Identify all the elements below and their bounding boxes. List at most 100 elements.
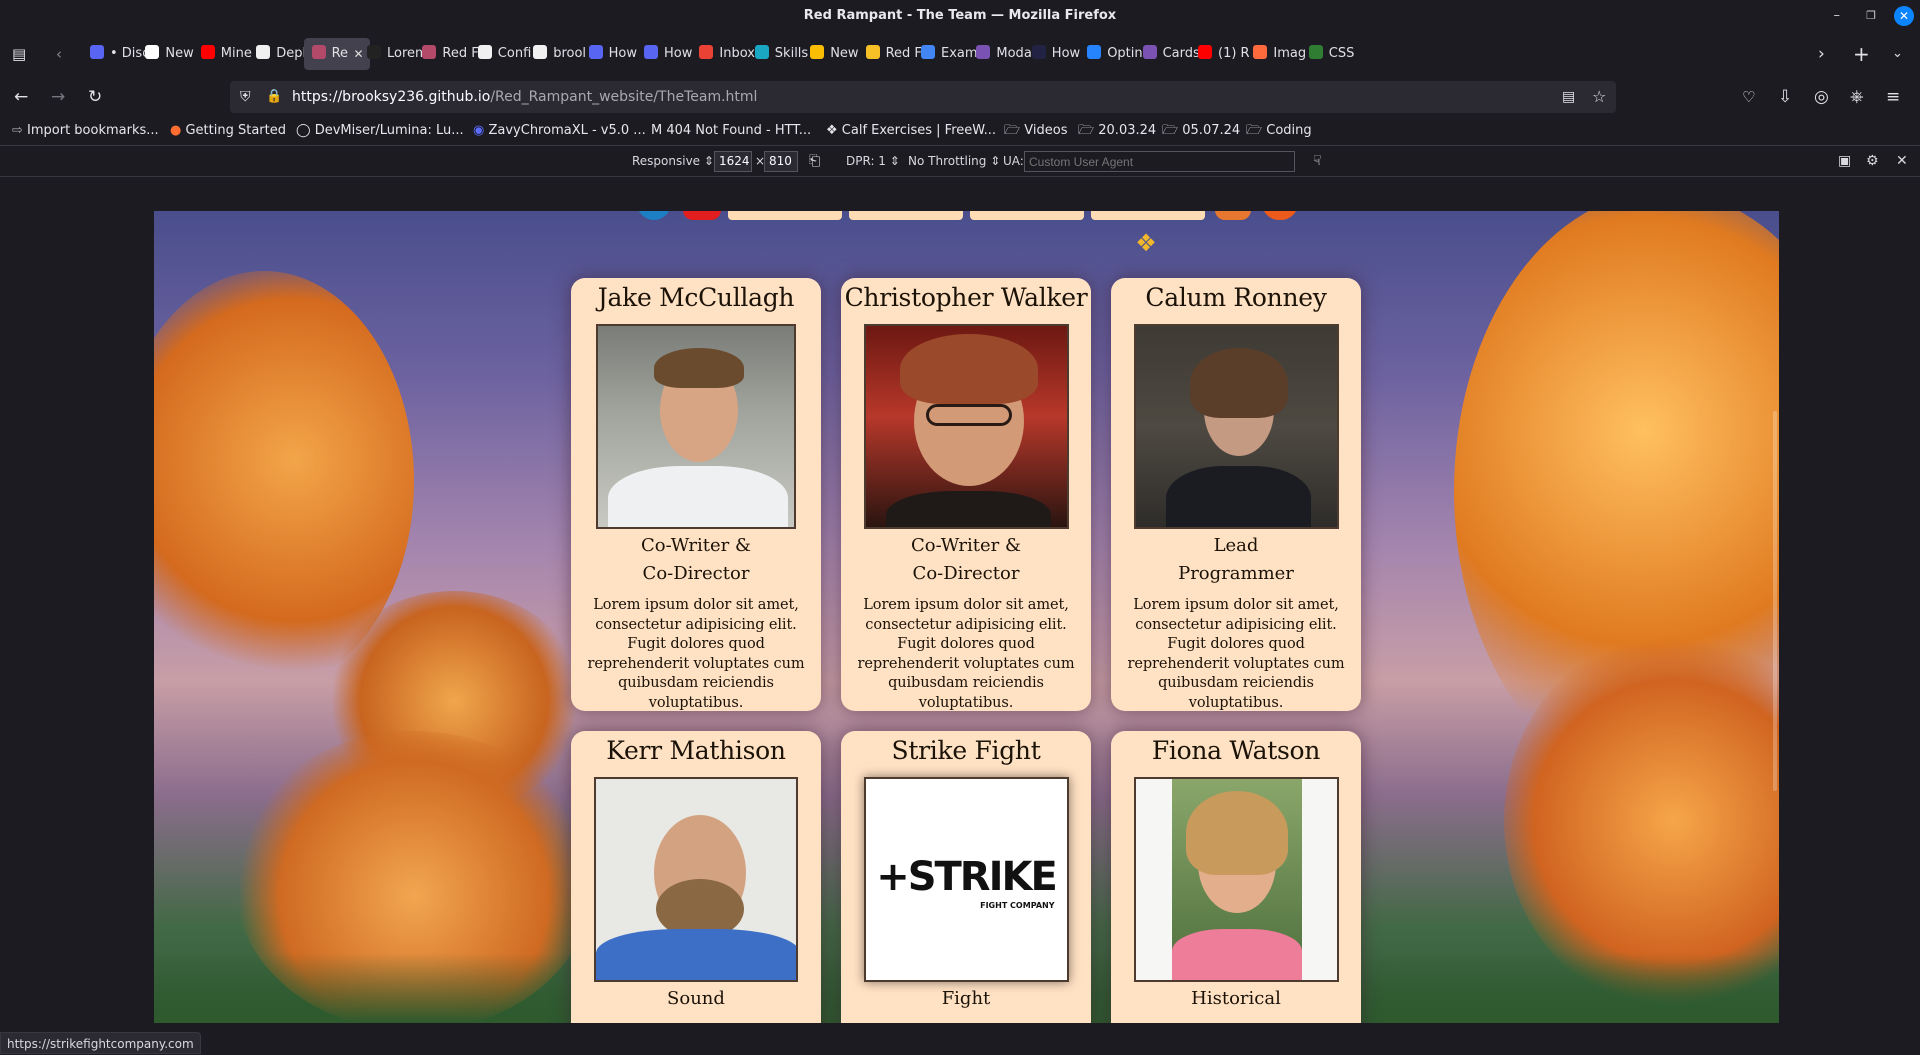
back-icon[interactable]: ← [14, 79, 28, 115]
dpr-selector[interactable]: DPR: 1 ⇕ [846, 146, 900, 176]
social-link-reddit[interactable] [1262, 211, 1298, 220]
strike-fight-logo-link[interactable]: +STRIKE FIGHT COMPANY [864, 777, 1069, 982]
lock-icon[interactable]: 🔒 [266, 81, 282, 113]
bookmarks-toolbar: ⇨ Import bookmarks... ● Getting Started … [0, 120, 1920, 142]
github-icon: ◯ [296, 123, 315, 138]
responsive-design-toolbar: Responsive ⇕ 1624 × 810 ⎗ DPR: 1 ⇕ No Th… [0, 145, 1920, 177]
bookmark-folder-videos[interactable]: 🗁 Videos [1004, 120, 1067, 142]
tab-favicon-icon [1032, 45, 1046, 59]
close-rdm-icon[interactable]: ✕ [1896, 146, 1908, 176]
close-window-icon[interactable]: ✕ [1894, 6, 1914, 26]
screenshot-icon[interactable]: ▣ [1838, 146, 1851, 176]
tab-favicon-icon [589, 45, 603, 59]
tab-favicon-icon [810, 45, 824, 59]
shirt-shape [1166, 466, 1311, 529]
tab-label: Depl [276, 46, 306, 61]
team-card[interactable]: Strike Fight +STRIKE FIGHT COMPANY Fight [841, 731, 1091, 1023]
tab-favicon-icon [90, 45, 104, 59]
tab-favicon-icon [1087, 45, 1101, 59]
viewport-width-input[interactable]: 1624 [714, 151, 752, 172]
member-name: Calum Ronney [1111, 282, 1361, 314]
scroll-tabs-left-icon[interactable]: ‹ [56, 36, 62, 72]
url-path: /Red_Rampant_website/TheTeam.html [490, 89, 757, 105]
bookmark-devmiser[interactable]: ◯ DevMiser/Lumina: Lu... [296, 120, 464, 142]
bookmark-folder-coding[interactable]: 🗁 Coding [1246, 120, 1312, 142]
nav-button-1[interactable] [728, 211, 842, 220]
dumbbell-icon: ❖ [826, 123, 842, 138]
civitai-icon: ◉ [473, 123, 488, 138]
folder-icon: 🗁 [1246, 123, 1266, 138]
tab-label: How [609, 46, 637, 61]
account-icon[interactable]: ◎ [1814, 79, 1829, 115]
tab-label: How [664, 46, 692, 61]
bookmark-zavy[interactable]: ◉ ZavyChromaXL - v5.0 ... [473, 120, 646, 142]
bookmark-import[interactable]: ⇨ Import bookmarks... [12, 120, 159, 142]
navigation-toolbar: ← → ↻ ⛨ 🔒 https://brooksy236.github.io/R… [0, 79, 1920, 115]
member-bio: Lorem ipsum dolor sit amet, consectetur … [851, 596, 1081, 711]
bookmark-star-icon[interactable]: ☆ [1592, 81, 1606, 113]
folder-icon: 🗁 [1078, 123, 1098, 138]
nav-button-3[interactable] [970, 211, 1084, 220]
reload-icon[interactable]: ↻ [88, 79, 102, 115]
social-link-twitter[interactable] [637, 211, 671, 220]
member-role: Fight [841, 985, 1091, 1013]
bookmark-404[interactable]: M 404 Not Found - HTT... [651, 120, 811, 142]
social-link-instagram[interactable] [1215, 211, 1251, 220]
mdn-icon: M [651, 123, 666, 138]
touch-simulation-icon[interactable]: ☟ [1313, 146, 1322, 176]
tab-list-icon[interactable]: ▤ [12, 36, 26, 72]
social-link-youtube[interactable] [683, 211, 721, 220]
forward-icon[interactable]: → [51, 79, 65, 115]
nav-button-4[interactable] [1091, 211, 1205, 220]
shield-icon[interactable]: ⛨ [240, 81, 251, 113]
tab-favicon-icon [145, 45, 159, 59]
viewport-height-input[interactable]: 810 [764, 151, 798, 172]
list-all-tabs-icon[interactable]: ⌄ [1892, 36, 1903, 72]
bookmark-folder-05-07-24[interactable]: 🗁 05.07.24 [1162, 120, 1240, 142]
member-photo [864, 324, 1069, 529]
bookmark-calf[interactable]: ❖ Calf Exercises | FreeW... [826, 120, 996, 142]
window-title: Red Rampant - The Team — Mozilla Firefox [0, 0, 1920, 32]
member-photo [1134, 777, 1339, 982]
scroll-tabs-right-icon[interactable]: › [1818, 36, 1825, 72]
menu-icon[interactable]: ≡ [1886, 79, 1900, 115]
url-host: https://brooksy236.github.io [292, 89, 490, 105]
ua-label: UA: [1003, 146, 1024, 176]
rotate-icon[interactable]: ⎗ [809, 146, 820, 176]
settings-icon[interactable]: ⚙ [1866, 146, 1879, 176]
hair-shape [900, 334, 1038, 404]
pocket-icon[interactable]: ♡ [1742, 79, 1755, 115]
bookmark-getting-started[interactable]: ● Getting Started [170, 120, 286, 142]
new-tab-icon[interactable]: + [1853, 36, 1870, 72]
page-scrollbar[interactable] [1773, 411, 1777, 791]
firefox-icon: ● [170, 123, 185, 138]
device-selector[interactable]: Responsive ⇕ [632, 146, 714, 176]
tab-favicon-icon [256, 45, 270, 59]
member-name: Kerr Mathison [571, 735, 821, 767]
restore-icon[interactable]: ❐ [1866, 5, 1876, 27]
folder-icon: 🗁 [1162, 123, 1182, 138]
url-bar[interactable]: ⛨ 🔒 https://brooksy236.github.io/Red_Ram… [230, 81, 1616, 113]
hair-shape [1190, 348, 1288, 418]
browser-chrome: Red Rampant - The Team — Mozilla Firefox… [0, 0, 1920, 177]
tab-favicon-icon [699, 45, 713, 59]
minimize-icon[interactable]: – [1834, 5, 1841, 27]
member-role: Co-Writer &Co-Director [841, 532, 1091, 588]
folder-icon: 🗁 [1004, 123, 1024, 138]
reader-view-icon[interactable]: ▤ [1562, 81, 1575, 113]
member-name: Fiona Watson [1111, 735, 1361, 767]
member-name: Christopher Walker [841, 282, 1091, 314]
shirt-shape [608, 466, 788, 529]
tab-label: Re [332, 46, 348, 61]
throttling-selector[interactable]: No Throttling ⇕ [908, 146, 1000, 176]
nav-button-2[interactable] [849, 211, 963, 220]
tab[interactable]: CSS [1301, 38, 1371, 70]
site-logo-icon[interactable]: ❖ [1128, 228, 1164, 258]
downloads-icon[interactable]: ⇩ [1778, 79, 1792, 115]
tab-favicon-icon [1143, 45, 1157, 59]
extensions-icon[interactable]: ⎈ [1850, 79, 1864, 115]
logo-subtext: FIGHT COMPANY [980, 901, 1054, 910]
member-bio: Lorem ipsum dolor sit amet, consectetur … [1121, 596, 1351, 711]
bookmark-folder-20-03-24[interactable]: 🗁 20.03.24 [1078, 120, 1156, 142]
user-agent-input[interactable] [1024, 151, 1295, 172]
